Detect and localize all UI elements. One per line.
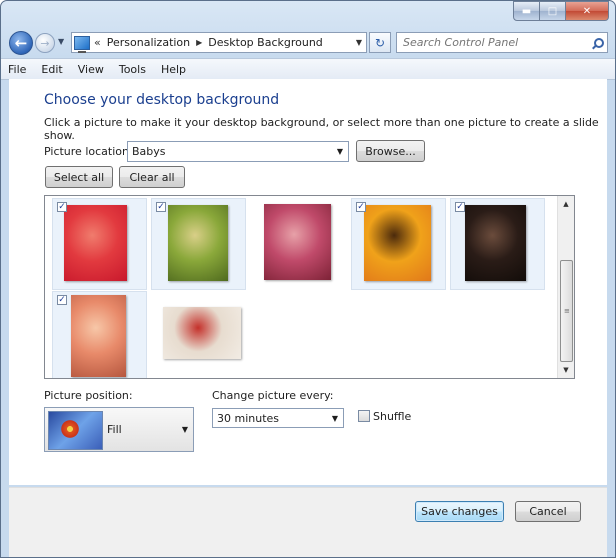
select-all-button[interactable]: Select all [45,166,113,188]
refresh-button[interactable]: ↻ [369,32,391,53]
forward-arrow-icon: → [40,36,50,50]
minimize-button[interactable]: ▬ [513,1,540,21]
picture-tile[interactable] [151,291,246,378]
refresh-icon: ↻ [374,35,386,50]
picture-thumbnail [465,205,526,281]
maximize-button[interactable]: □ [540,1,566,21]
shuffle-label[interactable]: Shuffle [373,410,411,423]
fill-preview-icon [48,411,103,450]
picture-checkbox[interactable]: ✓ [356,202,366,212]
footer-bar: Save changes Cancel [9,487,607,557]
picture-thumbnail [364,205,431,281]
chevron-down-icon: ▼ [331,413,338,423]
picture-checkbox[interactable]: ✓ [57,202,67,212]
page-title: Choose your desktop background [44,92,280,108]
breadcrumb-desktop-background[interactable]: Desktop Background [208,36,323,49]
close-button[interactable]: ✕ [566,1,609,21]
breadcrumb-personalization[interactable]: Personalization [107,36,190,49]
picture-position-label: Picture position: [44,389,133,402]
chevron-down-icon: ▼ [336,147,343,156]
cancel-button[interactable]: Cancel [515,501,581,522]
picture-location-value: Babys [132,145,166,158]
close-icon: ✕ [582,5,592,17]
picture-tile[interactable] [252,198,347,290]
menu-tools[interactable]: Tools [112,63,154,76]
change-picture-interval-select[interactable]: 30 minutes ▼ [212,408,344,428]
picture-thumbnail [71,295,126,377]
picture-thumbnail [64,205,127,281]
change-picture-label: Change picture every: [212,389,334,402]
chevron-down-icon: ▼ [181,425,188,434]
picture-location-label: Picture location: [44,145,133,158]
menu-bar: File Edit View Tools Help [1,58,615,80]
minimize-icon: ▬ [521,5,532,17]
menu-file[interactable]: File [1,63,34,76]
maximize-icon: □ [547,5,558,17]
picture-tile[interactable]: ✓ [52,198,147,290]
search-input[interactable] [397,35,585,50]
clear-all-button[interactable]: Clear all [119,166,185,188]
vertical-scrollbar[interactable]: ▲ ≡ ▼ [557,196,574,378]
search-icon[interactable] [592,37,604,48]
recent-pages-dropdown[interactable]: ▼ [58,37,64,46]
picture-gallery: ▲ ≡ ▼ ✓ ✓ ✓ ✓ ✓ [44,195,575,379]
control-panel-window: ▬ □ ✕ ← → ▼ « Personalization ▶ Desktop … [0,0,616,558]
breadcrumb-overflow[interactable]: « [94,36,101,49]
address-bar[interactable]: « Personalization ▶ Desktop Background ▼ [71,32,367,53]
scroll-up-icon[interactable]: ▲ [558,196,574,212]
control-panel-icon [74,35,90,53]
picture-tile[interactable]: ✓ [450,198,545,290]
picture-checkbox[interactable]: ✓ [455,202,465,212]
picture-position-select[interactable]: Fill ▼ [44,407,194,452]
breadcrumb-separator-icon[interactable]: ▶ [196,38,202,47]
picture-thumbnail [168,205,228,281]
picture-thumbnail [163,307,241,359]
picture-checkbox[interactable]: ✓ [156,202,166,212]
menu-help[interactable]: Help [154,63,194,76]
picture-checkbox[interactable]: ✓ [57,295,67,305]
grip-icon: ≡ [564,307,570,315]
interval-value: 30 minutes [217,411,280,425]
picture-tile[interactable]: ✓ [151,198,246,290]
navigation-bar: ← → ▼ « Personalization ▶ Desktop Backgr… [1,29,615,55]
picture-tile[interactable]: ✓ [351,198,446,290]
scroll-down-icon[interactable]: ▼ [558,362,574,378]
browse-button[interactable]: Browse... [356,140,425,162]
picture-location-select[interactable]: Babys ▼ [127,141,349,162]
page-subtitle: Click a picture to make it your desktop … [44,116,599,142]
picture-tile[interactable]: ✓ [52,291,147,378]
forward-button[interactable]: → [35,33,55,53]
scroll-thumb[interactable]: ≡ [560,260,573,362]
menu-edit[interactable]: Edit [34,63,70,76]
save-changes-button[interactable]: Save changes [415,501,504,522]
content-area: Choose your desktop background Click a p… [9,79,607,485]
search-box[interactable] [396,32,608,53]
caption-buttons: ▬ □ ✕ [513,1,609,21]
menu-view[interactable]: View [71,63,112,76]
picture-position-value: Fill [107,423,122,436]
back-arrow-icon: ← [14,34,28,52]
address-dropdown-icon[interactable]: ▼ [356,38,362,47]
picture-thumbnail [264,204,331,280]
back-button[interactable]: ← [9,31,33,55]
shuffle-checkbox[interactable] [358,410,370,422]
